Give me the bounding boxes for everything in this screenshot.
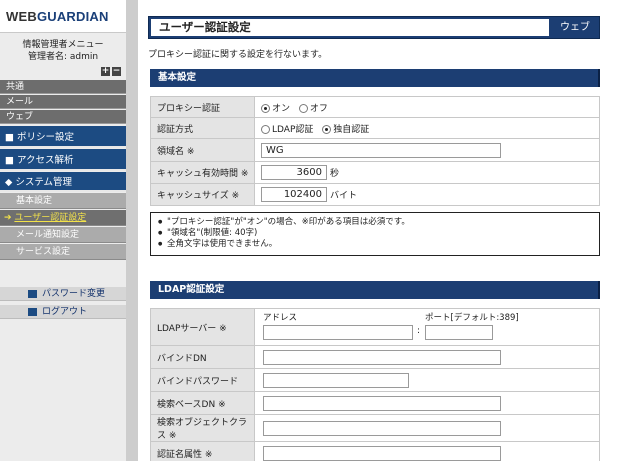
logout-button[interactable]: ログアウト: [0, 305, 126, 319]
cache-time-label: キャッシュ有効時間 ※: [150, 161, 255, 184]
section-ldap-heading: LDAP認証設定: [150, 281, 600, 299]
nav-item-access-analysis[interactable]: ■ アクセス解析: [0, 149, 126, 171]
nav-sub-mail-notify[interactable]: メール通知設定: [0, 227, 126, 243]
basic-settings-table: プロキシー認証 オン オフ 認証方式 LDAP認証 独自認証 領域名 ※ WG …: [150, 96, 600, 206]
ldap-address-input[interactable]: [263, 325, 413, 340]
note-item: "プロキシー認証"が"オン"の場合、※印がある項目は必須です。: [158, 217, 599, 228]
ldap-separator: :: [417, 326, 421, 336]
admin-info: 情報管理者メニュー 管理者名: admin: [0, 33, 126, 63]
logout-icon: [28, 308, 37, 316]
auth-method-ldap-radio[interactable]: [261, 124, 270, 134]
auth-attr-cell: [254, 441, 600, 461]
bind-password-cell: [254, 368, 600, 392]
realm-cell: WG: [254, 138, 600, 162]
auth-method-ldap-option[interactable]: LDAP認証: [261, 122, 313, 135]
auth-attr-input[interactable]: [263, 445, 501, 461]
auth-method-own-radio[interactable]: [322, 124, 332, 134]
realm-input[interactable]: WG: [261, 142, 501, 158]
title-bar: ユーザー認証設定 ウェブ: [148, 16, 600, 39]
search-object-class-cell: [254, 414, 600, 442]
notes-box: "プロキシー認証"が"オン"の場合、※印がある項目は必須です。 "領域名"(制限…: [150, 212, 600, 256]
auth-method-ldap-label: LDAP認証: [272, 124, 314, 135]
bind-password-input[interactable]: [263, 372, 409, 388]
proxy-auth-label: プロキシー認証: [150, 96, 255, 118]
collapse-all-button[interactable]: −: [112, 67, 121, 76]
nav-sub-user-auth-label: ユーザー認証設定: [14, 213, 87, 223]
section-basic-heading: 基本設定: [150, 69, 600, 87]
auth-method-own-option[interactable]: 独自認証: [322, 122, 369, 135]
password-change-label: パスワード変更: [42, 289, 106, 299]
logout-label: ログアウト: [42, 307, 88, 317]
cache-size-cell: 102400 バイト: [254, 183, 600, 206]
bind-password-label: バインドパスワード: [150, 368, 255, 392]
tab-web[interactable]: ウェブ: [551, 17, 599, 38]
proxy-auth-off-option[interactable]: オフ: [298, 101, 328, 114]
current-arrow-icon: ➔: [4, 213, 15, 223]
page-description: プロキシー認証に関する設定を行ないます。: [148, 50, 328, 60]
page-title: ユーザー認証設定: [151, 19, 549, 36]
logo-suffix: GUARDIAN: [36, 8, 109, 24]
nav-item-web[interactable]: ウェブ: [0, 110, 126, 124]
cache-size-unit: バイト: [330, 191, 358, 201]
main-content: ユーザー認証設定 ウェブ プロキシー認証に関する設定を行ないます。 基本設定 プ…: [138, 0, 640, 461]
ldap-port-input[interactable]: [425, 325, 493, 340]
ldap-settings-table: LDAPサーバー ※ アドレス ポート[デフォルト:389] : バインドDN …: [150, 308, 600, 461]
search-object-class-input[interactable]: [263, 420, 501, 436]
admin-menu-title: 情報管理者メニュー: [22, 40, 104, 50]
nav-sub-user-auth[interactable]: ➔ ユーザー認証設定: [0, 210, 126, 226]
expand-collapse-controls: + −: [101, 67, 121, 76]
search-base-dn-label: 検索ベースDN ※: [150, 391, 255, 415]
auth-attr-label: 認証名属性 ※: [150, 441, 255, 461]
ldap-server-cell: アドレス ポート[デフォルト:389] :: [254, 308, 600, 346]
password-change-button[interactable]: パスワード変更: [0, 287, 126, 301]
logo: WEBGUARDIAN: [0, 0, 126, 33]
admin-name: 管理者名: admin: [27, 52, 99, 62]
auth-method-label: 認証方式: [150, 117, 255, 139]
note-item: "領域名"(制限値: 40字): [158, 228, 599, 239]
proxy-auth-radios: オン オフ: [254, 96, 600, 118]
search-base-dn-cell: [254, 391, 600, 415]
note-item: 全角文字は使用できません。: [158, 239, 599, 250]
proxy-auth-on-option[interactable]: オン: [261, 101, 290, 114]
ldap-address-caption: アドレス: [263, 313, 298, 323]
nav-item-system-admin[interactable]: ◆ システム管理: [0, 172, 126, 192]
ldap-server-label: LDAPサーバー ※: [150, 308, 255, 346]
proxy-auth-on-radio[interactable]: [261, 103, 270, 113]
nav-item-mail[interactable]: メール: [0, 95, 126, 109]
expand-all-button[interactable]: +: [101, 67, 110, 76]
cache-size-input[interactable]: 102400: [261, 187, 327, 202]
proxy-auth-on-label: オン: [272, 103, 291, 114]
sidebar: WEBGUARDIAN 情報管理者メニュー 管理者名: admin + − 共通…: [0, 0, 126, 461]
sidebar-gutter: [126, 0, 138, 461]
cache-time-cell: 3600 秒: [254, 161, 600, 184]
search-base-dn-input[interactable]: [263, 395, 501, 411]
realm-label: 領域名 ※: [150, 138, 255, 162]
bind-dn-label: バインドDN: [150, 345, 255, 369]
nav-item-policy[interactable]: ■ ポリシー設定: [0, 126, 126, 148]
proxy-auth-off-radio[interactable]: [298, 103, 308, 113]
proxy-auth-off-label: オフ: [309, 103, 328, 114]
logo-prefix: WEB: [6, 8, 37, 24]
nav-sub-service[interactable]: サービス設定: [0, 244, 126, 260]
auth-method-own-label: 独自認証: [333, 124, 370, 135]
cache-time-input[interactable]: 3600: [261, 165, 327, 180]
auth-method-radios: LDAP認証 独自認証: [254, 117, 600, 139]
nav-item-common[interactable]: 共通: [0, 80, 126, 94]
search-object-class-label: 検索オブジェクトクラス ※: [150, 414, 255, 442]
key-icon: [28, 290, 37, 298]
cache-time-unit: 秒: [330, 169, 340, 179]
cache-size-label: キャッシュサイズ ※: [150, 183, 255, 206]
bind-dn-cell: [254, 345, 600, 369]
bind-dn-input[interactable]: [263, 349, 501, 365]
nav-sub-basic-settings[interactable]: 基本設定: [0, 193, 126, 209]
ldap-port-caption: ポート[デフォルト:389]: [425, 313, 519, 323]
